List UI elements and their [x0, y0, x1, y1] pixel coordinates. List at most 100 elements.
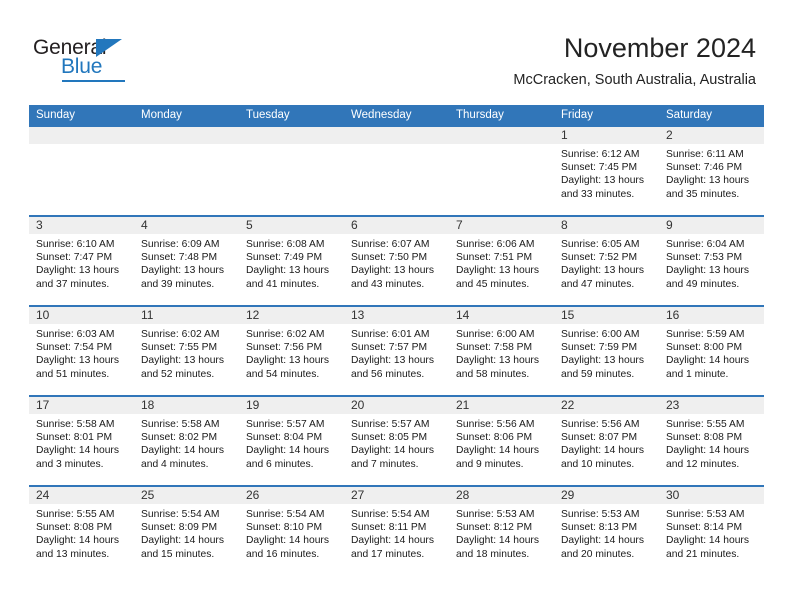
sunrise-text: Sunrise: 6:09 AM [141, 239, 220, 250]
daylight-text-line1: Daylight: 14 hours [36, 535, 119, 547]
sunrise-text: Sunrise: 6:03 AM [36, 329, 115, 340]
day-details [29, 144, 134, 148]
day-number: 26 [246, 488, 260, 502]
daylight-text-line1: Daylight: 14 hours [141, 535, 224, 547]
daylight-text-line1: Daylight: 14 hours [141, 445, 224, 457]
calendar-day-cell[interactable] [29, 127, 134, 215]
calendar-day-cell[interactable]: 18 Sunrise: 5:58 AM Sunset: 8:02 PM Dayl… [134, 397, 239, 485]
day-number-band: 4 [134, 217, 239, 234]
daylight-text-line1: Daylight: 14 hours [561, 535, 644, 547]
sunrise-text: Sunrise: 5:55 AM [666, 419, 745, 430]
calendar-day-cell[interactable]: 11 Sunrise: 6:02 AM Sunset: 7:55 PM Dayl… [134, 307, 239, 395]
day-number-band: 18 [134, 397, 239, 414]
calendar-day-cell[interactable]: 10 Sunrise: 6:03 AM Sunset: 7:54 PM Dayl… [29, 307, 134, 395]
day-number: 19 [246, 398, 260, 412]
day-number: 17 [36, 398, 50, 412]
day-details: Sunrise: 5:54 AM Sunset: 8:09 PM Dayligh… [134, 504, 239, 561]
calendar-day-cell[interactable]: 26 Sunrise: 5:54 AM Sunset: 8:10 PM Dayl… [239, 487, 344, 575]
calendar-day-cell[interactable] [449, 127, 554, 215]
calendar-day-cell[interactable]: 17 Sunrise: 5:58 AM Sunset: 8:01 PM Dayl… [29, 397, 134, 485]
calendar-day-cell[interactable]: 19 Sunrise: 5:57 AM Sunset: 8:04 PM Dayl… [239, 397, 344, 485]
calendar-day-cell[interactable]: 12 Sunrise: 6:02 AM Sunset: 7:56 PM Dayl… [239, 307, 344, 395]
calendar-day-cell[interactable]: 27 Sunrise: 5:54 AM Sunset: 8:11 PM Dayl… [344, 487, 449, 575]
sunset-text: Sunset: 7:45 PM [561, 162, 638, 174]
calendar-day-cell[interactable]: 20 Sunrise: 5:57 AM Sunset: 8:05 PM Dayl… [344, 397, 449, 485]
calendar-day-cell[interactable]: 8 Sunrise: 6:05 AM Sunset: 7:52 PM Dayli… [554, 217, 659, 305]
calendar-week-row: 10 Sunrise: 6:03 AM Sunset: 7:54 PM Dayl… [29, 305, 764, 395]
day-number: 30 [666, 488, 680, 502]
day-number: 25 [141, 488, 155, 502]
calendar-day-cell[interactable]: 23 Sunrise: 5:55 AM Sunset: 8:08 PM Dayl… [659, 397, 764, 485]
day-details: Sunrise: 5:56 AM Sunset: 8:07 PM Dayligh… [554, 414, 659, 471]
sunrise-text: Sunrise: 5:57 AM [351, 419, 430, 430]
daylight-text-line1: Daylight: 13 hours [36, 265, 119, 277]
day-number-band: 23 [659, 397, 764, 414]
calendar-day-cell[interactable]: 15 Sunrise: 6:00 AM Sunset: 7:59 PM Dayl… [554, 307, 659, 395]
calendar-day-cell[interactable]: 6 Sunrise: 6:07 AM Sunset: 7:50 PM Dayli… [344, 217, 449, 305]
daylight-text-line2: and 37 minutes. [36, 278, 110, 290]
daylight-text-line2: and 45 minutes. [456, 278, 530, 290]
calendar-day-cell[interactable]: 1 Sunrise: 6:12 AM Sunset: 7:45 PM Dayli… [554, 127, 659, 215]
day-number-band: 20 [344, 397, 449, 414]
day-number: 27 [351, 488, 365, 502]
sunrise-text: Sunrise: 6:08 AM [246, 239, 325, 250]
calendar-day-cell[interactable]: 30 Sunrise: 5:53 AM Sunset: 8:14 PM Dayl… [659, 487, 764, 575]
calendar-day-cell[interactable] [344, 127, 449, 215]
day-details: Sunrise: 5:55 AM Sunset: 8:08 PM Dayligh… [29, 504, 134, 561]
calendar-day-cell[interactable] [239, 127, 344, 215]
sunset-text: Sunset: 8:00 PM [666, 342, 743, 354]
day-details: Sunrise: 5:55 AM Sunset: 8:08 PM Dayligh… [659, 414, 764, 471]
day-details: Sunrise: 6:07 AM Sunset: 7:50 PM Dayligh… [344, 234, 449, 291]
sunset-text: Sunset: 7:47 PM [36, 252, 113, 264]
daylight-text-line2: and 20 minutes. [561, 548, 635, 560]
calendar-day-cell[interactable]: 29 Sunrise: 5:53 AM Sunset: 8:13 PM Dayl… [554, 487, 659, 575]
sunrise-text: Sunrise: 5:56 AM [456, 419, 535, 430]
day-details: Sunrise: 6:11 AM Sunset: 7:46 PM Dayligh… [659, 144, 764, 201]
day-number-band: 9 [659, 217, 764, 234]
calendar-day-cell[interactable] [134, 127, 239, 215]
calendar-day-cell[interactable]: 28 Sunrise: 5:53 AM Sunset: 8:12 PM Dayl… [449, 487, 554, 575]
daylight-text-line2: and 10 minutes. [561, 458, 635, 470]
day-details: Sunrise: 6:01 AM Sunset: 7:57 PM Dayligh… [344, 324, 449, 381]
calendar-day-cell[interactable]: 4 Sunrise: 6:09 AM Sunset: 7:48 PM Dayli… [134, 217, 239, 305]
calendar-day-cell[interactable]: 21 Sunrise: 5:56 AM Sunset: 8:06 PM Dayl… [449, 397, 554, 485]
daylight-text-line1: Daylight: 13 hours [456, 265, 539, 277]
calendar-day-cell[interactable]: 2 Sunrise: 6:11 AM Sunset: 7:46 PM Dayli… [659, 127, 764, 215]
calendar-day-cell[interactable]: 14 Sunrise: 6:00 AM Sunset: 7:58 PM Dayl… [449, 307, 554, 395]
weekday-header-wednesday: Wednesday [351, 109, 412, 121]
day-number-band: 7 [449, 217, 554, 234]
sunset-text: Sunset: 8:08 PM [666, 432, 743, 444]
day-number-band: 13 [344, 307, 449, 324]
daylight-text-line2: and 33 minutes. [561, 188, 635, 200]
calendar-day-cell[interactable]: 3 Sunrise: 6:10 AM Sunset: 7:47 PM Dayli… [29, 217, 134, 305]
day-number: 16 [666, 308, 680, 322]
calendar-day-cell[interactable]: 13 Sunrise: 6:01 AM Sunset: 7:57 PM Dayl… [344, 307, 449, 395]
calendar-day-cell[interactable]: 16 Sunrise: 5:59 AM Sunset: 8:00 PM Dayl… [659, 307, 764, 395]
day-details [449, 144, 554, 148]
day-number-band: 6 [344, 217, 449, 234]
weekday-header-friday: Friday [561, 109, 593, 121]
day-number: 29 [561, 488, 575, 502]
calendar-day-cell[interactable]: 5 Sunrise: 6:08 AM Sunset: 7:49 PM Dayli… [239, 217, 344, 305]
page-title: November 2024 [563, 33, 756, 63]
calendar-day-cell[interactable]: 24 Sunrise: 5:55 AM Sunset: 8:08 PM Dayl… [29, 487, 134, 575]
calendar-day-cell[interactable]: 22 Sunrise: 5:56 AM Sunset: 8:07 PM Dayl… [554, 397, 659, 485]
day-details: Sunrise: 6:02 AM Sunset: 7:55 PM Dayligh… [134, 324, 239, 381]
day-number-band: 1 [554, 127, 659, 144]
day-number: 1 [561, 128, 568, 142]
daylight-text-line2: and 52 minutes. [141, 368, 215, 380]
calendar-day-cell[interactable]: 25 Sunrise: 5:54 AM Sunset: 8:09 PM Dayl… [134, 487, 239, 575]
day-details: Sunrise: 6:08 AM Sunset: 7:49 PM Dayligh… [239, 234, 344, 291]
daylight-text-line2: and 59 minutes. [561, 368, 635, 380]
sunset-text: Sunset: 8:12 PM [456, 522, 533, 534]
logo-underline [62, 80, 125, 82]
day-details: Sunrise: 5:58 AM Sunset: 8:02 PM Dayligh… [134, 414, 239, 471]
sunset-text: Sunset: 7:49 PM [246, 252, 323, 264]
daylight-text-line2: and 9 minutes. [456, 458, 524, 470]
calendar-day-cell[interactable]: 7 Sunrise: 6:06 AM Sunset: 7:51 PM Dayli… [449, 217, 554, 305]
daylight-text-line2: and 47 minutes. [561, 278, 635, 290]
calendar-day-cell[interactable]: 9 Sunrise: 6:04 AM Sunset: 7:53 PM Dayli… [659, 217, 764, 305]
sunset-text: Sunset: 8:06 PM [456, 432, 533, 444]
day-number: 22 [561, 398, 575, 412]
daylight-text-line2: and 21 minutes. [666, 548, 740, 560]
